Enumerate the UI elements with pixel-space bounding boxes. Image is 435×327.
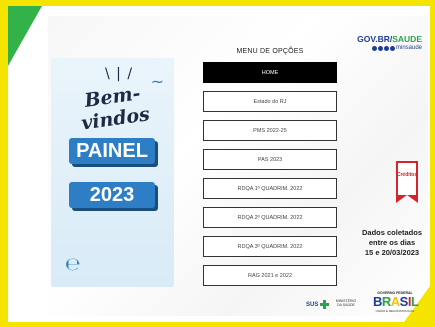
menu-button-rdqa-2[interactable]: RDQA 2º QUADRIM. 2022 [203,207,337,228]
ministerio-label: MINISTÉRIO DA SAÚDE [335,299,357,307]
swirl-icon: ℮ [65,254,81,275]
creditos-label: Créditos [396,172,418,178]
govbr-gov: GOV.BR [357,34,390,44]
sparkle-icon: \ | / [105,66,134,82]
sus-logo: SUS [306,300,330,309]
govbr-logo[interactable]: GOV.BR/SAUDE minsaude [357,34,422,51]
dashboard-canvas: \ | / ~ Bem-vindos PAINEL 2023 ℮ MENU DE… [8,6,430,322]
menu-button-pas[interactable]: PAS 2023 [203,149,337,170]
menu-button-estado-rj[interactable]: Estado do RJ [203,91,337,112]
menu-button-rag[interactable]: RAG 2021 e 2022 [203,265,337,286]
brasil-letter: L [410,294,419,309]
menu-button-pms[interactable]: PMS 2022-25 [203,120,337,141]
govbr-title: GOV.BR/SAUDE [357,34,422,44]
green-corner-shape [8,6,42,66]
brasil-letter: B [373,294,382,309]
dados-line-1: Dados coletados [361,228,422,237]
bookmark-icon [396,195,418,203]
govbr-saude: SAUDE [392,34,422,44]
creditos-bookmark-button[interactable]: Créditos [396,161,418,203]
governo-federal-logo: GOVERNO FEDERAL BRASIL UNIÃO E RECONSTRU… [373,291,419,313]
brasil-tagline: UNIÃO E RECONSTRUÇÃO [375,309,415,313]
menu-title: MENU DE OPÇÕES [236,48,304,55]
year-label: 2023 [69,182,155,208]
sus-text: SUS [306,301,319,308]
data-collection-note: Dados coletados entre os dias 15 e 20/03… [353,228,430,258]
brasil-letter: A [390,294,400,309]
brasil-letter: R [381,294,391,309]
menu-button-home[interactable]: HOME [203,62,337,83]
brasil-letter: S [399,294,409,309]
cross-icon [320,300,330,309]
dados-line-2: entre os dias [368,238,416,247]
menu-button-rdqa-1[interactable]: RDQA 1º QUADRIM. 2022 [203,178,337,199]
dados-line-3: 15 e 20/03/2023 [364,248,420,257]
instagram-icon [377,45,383,51]
youtube-icon [389,45,395,51]
social-handle: minsaude [357,45,422,51]
handle-text: minsaude [395,45,422,51]
facebook-icon [371,45,377,51]
twitter-icon [383,45,389,51]
menu-button-rdqa-3[interactable]: RDQA 3º QUADRIM. 2022 [203,236,337,257]
panel-label: PAINEL [69,138,155,164]
welcome-heading: Bem-vindos [79,82,152,135]
welcome-poster: \ | / ~ Bem-vindos PAINEL 2023 ℮ [51,58,174,287]
brasil-wordmark: BRASIL [373,294,419,309]
